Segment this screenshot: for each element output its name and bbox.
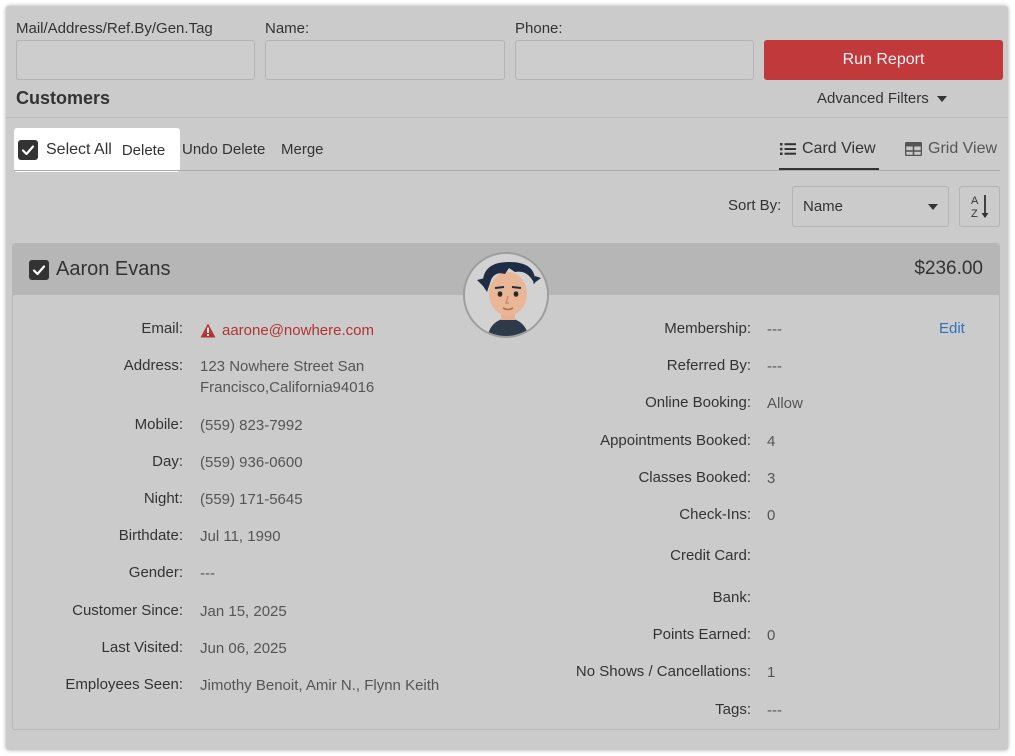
select-all-label: Select All	[46, 141, 112, 158]
classes-booked-label: Classes Booked:	[638, 469, 751, 486]
sort-by-select[interactable]: Name	[792, 186, 949, 227]
sort-direction-button[interactable]: A Z	[959, 186, 1000, 227]
day-phone-label: Day:	[152, 453, 183, 470]
sort-by-label: Sort By:	[728, 197, 782, 214]
night-phone-label: Night:	[143, 490, 183, 507]
customers-panel: Mail/Address/Ref.By/Gen.Tag Name: Phone:…	[6, 6, 1008, 750]
mobile-label: Mobile:	[134, 416, 183, 433]
sort-by-value: Name	[803, 198, 844, 215]
employees-seen-value: Jimothy Benoit, Amir N., Flynn Keith	[200, 677, 440, 694]
checkbox-checked-icon[interactable]	[29, 260, 49, 280]
customer-since-value: Jan 15, 2025	[200, 603, 287, 620]
grid-view-label: Grid View	[928, 140, 998, 157]
delete-button[interactable]: Delete	[122, 142, 165, 159]
email-value[interactable]: aarone@nowhere.com	[222, 320, 374, 341]
referred-by-value: ---	[767, 358, 782, 375]
phone-filter-label: Phone:	[515, 20, 563, 37]
tags-value: ---	[767, 702, 782, 719]
address-label: Address:	[123, 357, 183, 374]
check-ins-label: Check-Ins:	[679, 506, 751, 523]
night-phone-value: (559) 171-5645	[200, 491, 303, 508]
classes-booked-value: 3	[767, 470, 776, 487]
phone-filter-input[interactable]	[515, 40, 754, 80]
svg-text:A: A	[971, 195, 979, 207]
day-phone-value: (559) 936-0600	[200, 454, 303, 471]
select-all-control[interactable]: Select All Delete	[14, 128, 180, 172]
referred-by-label: Referred By:	[666, 357, 751, 374]
last-visited-value: Jun 06, 2025	[200, 640, 287, 657]
sort-az-icon: A Z	[971, 194, 988, 220]
advanced-filters-toggle[interactable]: Advanced Filters	[817, 90, 947, 107]
points-earned-label: Points Earned:	[652, 626, 751, 643]
run-report-button[interactable]: Run Report	[764, 40, 1003, 80]
merge-button[interactable]: Merge	[281, 141, 324, 158]
checkbox-checked-icon[interactable]	[18, 140, 38, 160]
tab-grid-view[interactable]: Grid View	[905, 140, 997, 158]
membership-value: ---	[767, 321, 782, 338]
no-shows-value: 1	[767, 664, 776, 681]
caret-down-icon	[936, 95, 947, 102]
birthdate-label: Birthdate:	[118, 527, 183, 544]
address-value: 123 Nowhere Street San Francisco,Califor…	[200, 358, 375, 396]
employees-seen-label: Employees Seen:	[65, 676, 183, 693]
name-filter-label: Name:	[265, 20, 310, 37]
mail-filter-label: Mail/Address/Ref.By/Gen.Tag	[16, 20, 213, 37]
caret-down-icon	[928, 203, 938, 210]
customer-name[interactable]: Aaron Evans	[56, 258, 171, 281]
mail-filter-input[interactable]	[16, 40, 255, 80]
gender-label: Gender:	[128, 564, 183, 581]
points-earned-value: 0	[767, 627, 776, 644]
tags-label: Tags:	[715, 701, 751, 718]
gender-value: ---	[200, 565, 215, 582]
list-icon	[780, 143, 796, 155]
last-visited-label: Last Visited:	[101, 639, 183, 656]
check-ins-value: 0	[767, 507, 776, 524]
mobile-value: (559) 823-7992	[200, 417, 303, 434]
online-booking-label: Online Booking:	[645, 394, 751, 411]
membership-label: Membership:	[664, 320, 751, 337]
email-label: Email:	[141, 320, 183, 337]
appointments-booked-value: 4	[767, 433, 776, 450]
online-booking-value: Allow	[767, 395, 803, 412]
customer-card: Aaron Evans $236.00 Email: aarone@nowher…	[12, 243, 1000, 730]
name-filter-input[interactable]	[265, 40, 505, 80]
header-divider	[6, 117, 1008, 118]
email-value-container[interactable]: aarone@nowhere.com	[200, 320, 460, 341]
birthdate-value: Jul 11, 1990	[200, 528, 281, 545]
customer-balance: $236.00	[914, 258, 983, 279]
appointments-booked-label: Appointments Booked:	[600, 432, 751, 449]
page-title: Customers	[16, 88, 111, 108]
advanced-filters-label: Advanced Filters	[817, 90, 929, 107]
grid-icon	[905, 142, 922, 156]
tab-card-view[interactable]: Card View	[780, 140, 876, 158]
edit-button[interactable]: Edit	[939, 320, 965, 337]
customer-since-label: Customer Since:	[72, 602, 183, 619]
svg-text:Z: Z	[971, 208, 978, 220]
toolbar-divider	[14, 170, 1000, 171]
undo-delete-button[interactable]: Undo Delete	[182, 141, 265, 158]
bank-label: Bank:	[712, 589, 751, 606]
no-shows-label: No Shows / Cancellations:	[575, 663, 751, 680]
credit-card-label: Credit Card:	[670, 547, 751, 564]
warning-triangle-icon	[200, 323, 216, 338]
card-view-label: Card View	[802, 140, 876, 157]
